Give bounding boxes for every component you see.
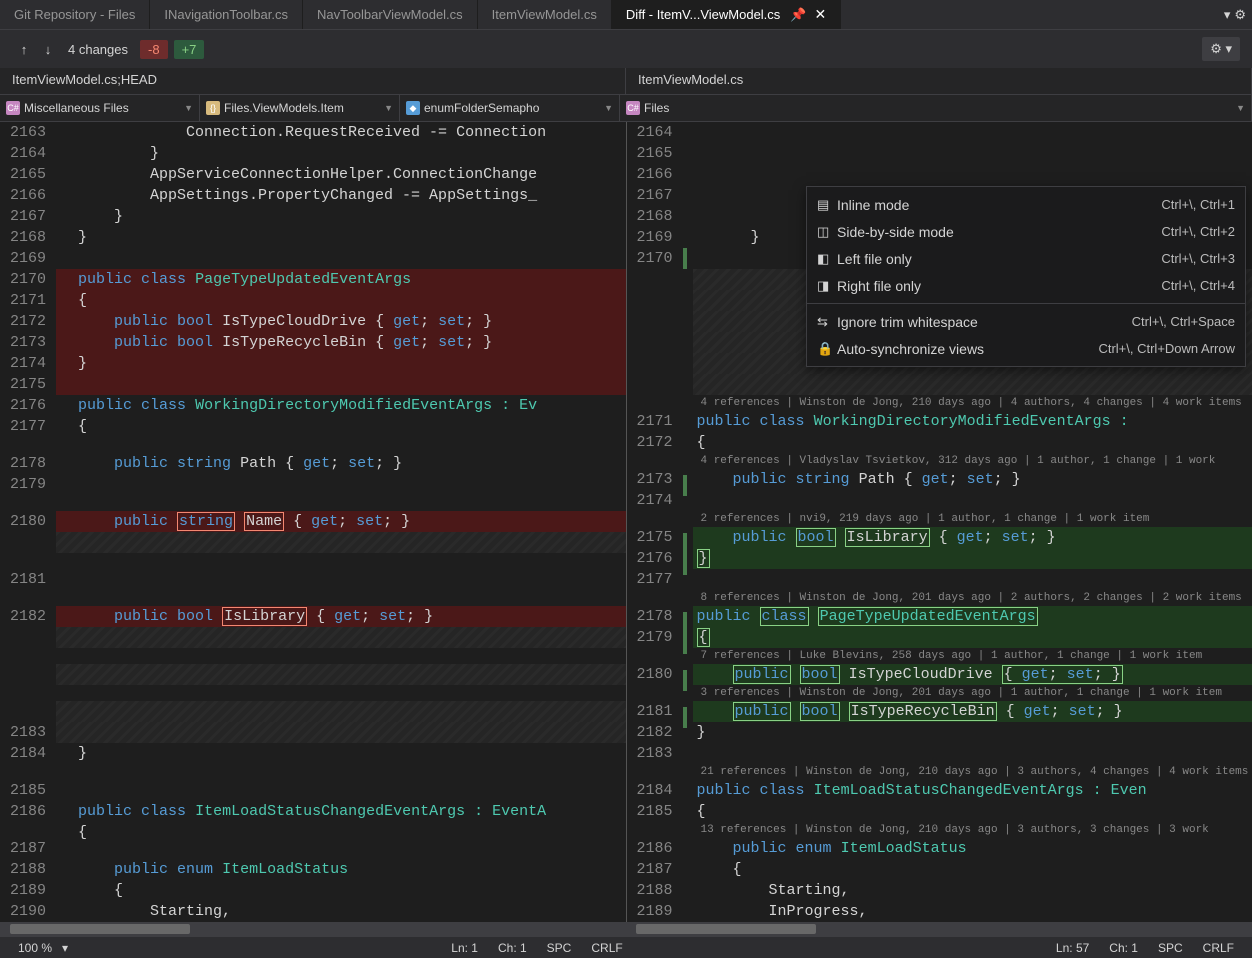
codelens[interactable]: 4 references | Winston de Jong, 210 days… [693, 395, 1252, 411]
prev-change-button[interactable]: ↑ [12, 37, 36, 61]
right-only-icon: ◨ [817, 278, 837, 294]
left-code[interactable]: Connection.RequestReceived -= Connection… [56, 122, 626, 922]
codelens[interactable]: 7 references | Luke Blevins, 258 days ag… [693, 648, 1252, 664]
left-gutter: 2163216421652166216721682169217021712172… [0, 122, 56, 922]
dropdown-icon[interactable]: ▾ [1224, 7, 1231, 23]
nav-combo-namespace[interactable]: {}Files.ViewModels.Item▼ [200, 95, 400, 121]
status-bar: 100 % ▾ Ln: 1 Ch: 1 SPC CRLF Ln: 57 Ch: … [0, 936, 1252, 958]
codelens[interactable]: 21 references | Winston de Jong, 210 day… [693, 764, 1252, 780]
side-by-side-icon: ◫ [817, 224, 837, 240]
diff-settings-button[interactable]: ⚙ ▾ [1202, 37, 1240, 61]
menu-left-only[interactable]: ◧Left file onlyCtrl+\, Ctrl+3 [807, 245, 1245, 272]
close-icon[interactable]: ✕ [814, 6, 826, 23]
menu-right-only[interactable]: ◨Right file onlyCtrl+\, Ctrl+4 [807, 272, 1245, 299]
tab-bar: Git Repository - Files INavigationToolba… [0, 0, 1252, 30]
menu-separator [807, 303, 1245, 304]
nav-combo-member[interactable]: ◆enumFolderSemapho▼ [400, 95, 620, 121]
zoom-level[interactable]: 100 % [8, 941, 62, 955]
left-only-icon: ◧ [817, 251, 837, 267]
navigation-bar: C#Miscellaneous Files▼ {}Files.ViewModel… [0, 94, 1252, 122]
gear-icon[interactable]: ⚙ [1234, 7, 1246, 23]
tab-git-repo[interactable]: Git Repository - Files [0, 0, 150, 29]
codelens[interactable]: 2 references | nvi9, 219 days ago | 1 au… [693, 511, 1252, 527]
right-file-label: ItemViewModel.cs [626, 68, 1252, 94]
left-scrollbar[interactable] [0, 922, 626, 936]
spaces-indicator: SPC [537, 941, 582, 955]
nav-combo-right[interactable]: C#Files▼ [620, 95, 1252, 121]
menu-side-by-side[interactable]: ◫Side-by-side modeCtrl+\, Ctrl+2 [807, 218, 1245, 245]
next-change-button[interactable]: ↓ [36, 37, 60, 61]
menu-inline-mode[interactable]: ▤Inline modeCtrl+\, Ctrl+1 [807, 191, 1245, 218]
codelens[interactable]: 3 references | Winston de Jong, 201 days… [693, 685, 1252, 701]
codelens[interactable]: 4 references | Vladyslav Tsvietkov, 312 … [693, 453, 1252, 469]
deleted-badge: -8 [140, 40, 168, 59]
col-indicator-right: Ch: 1 [1099, 941, 1148, 955]
whitespace-icon: ⇆ [817, 314, 837, 330]
line-indicator-right: Ln: 57 [1046, 941, 1099, 955]
line-indicator: Ln: 1 [441, 941, 488, 955]
left-file-label: ItemViewModel.cs;HEAD [0, 68, 626, 94]
diff-toolbar: ↑ ↓ 4 changes -8 +7 ⚙ ▾ [0, 30, 1252, 68]
pin-icon[interactable]: 📌 [790, 7, 806, 23]
changes-count: 4 changes [68, 42, 128, 57]
file-header-row: ItemViewModel.cs;HEAD ItemViewModel.cs [0, 68, 1252, 94]
crlf-indicator: CRLF [581, 941, 632, 955]
tab-itemvm[interactable]: ItemViewModel.cs [478, 0, 612, 29]
right-scrollbar[interactable] [626, 922, 1252, 936]
lock-icon: 🔒 [817, 341, 837, 357]
spaces-indicator-right: SPC [1148, 941, 1193, 955]
codelens[interactable]: 13 references | Winston de Jong, 210 day… [693, 822, 1252, 838]
right-gutter: 2164216521662167216821692170 21712172 21… [627, 122, 683, 922]
nav-combo-misc[interactable]: C#Miscellaneous Files▼ [0, 95, 200, 121]
tab-inav[interactable]: INavigationToolbar.cs [150, 0, 303, 29]
crlf-indicator-right: CRLF [1193, 941, 1244, 955]
tab-navtoolbar[interactable]: NavToolbarViewModel.cs [303, 0, 478, 29]
dropdown-icon[interactable]: ▾ [62, 941, 68, 955]
menu-ignore-whitespace[interactable]: ⇆Ignore trim whitespaceCtrl+\, Ctrl+Spac… [807, 308, 1245, 335]
menu-auto-sync[interactable]: 🔒Auto-synchronize viewsCtrl+\, Ctrl+Down… [807, 335, 1245, 362]
inline-mode-icon: ▤ [817, 197, 837, 213]
col-indicator: Ch: 1 [488, 941, 537, 955]
tab-diff[interactable]: Diff - ItemV...ViewModel.cs 📌 ✕ [612, 0, 841, 29]
added-badge: +7 [174, 40, 205, 59]
diff-view-menu: ▤Inline modeCtrl+\, Ctrl+1 ◫Side-by-side… [806, 186, 1246, 367]
codelens[interactable]: 8 references | Winston de Jong, 201 days… [693, 590, 1252, 606]
left-pane[interactable]: 2163216421652166216721682169217021712172… [0, 122, 627, 922]
